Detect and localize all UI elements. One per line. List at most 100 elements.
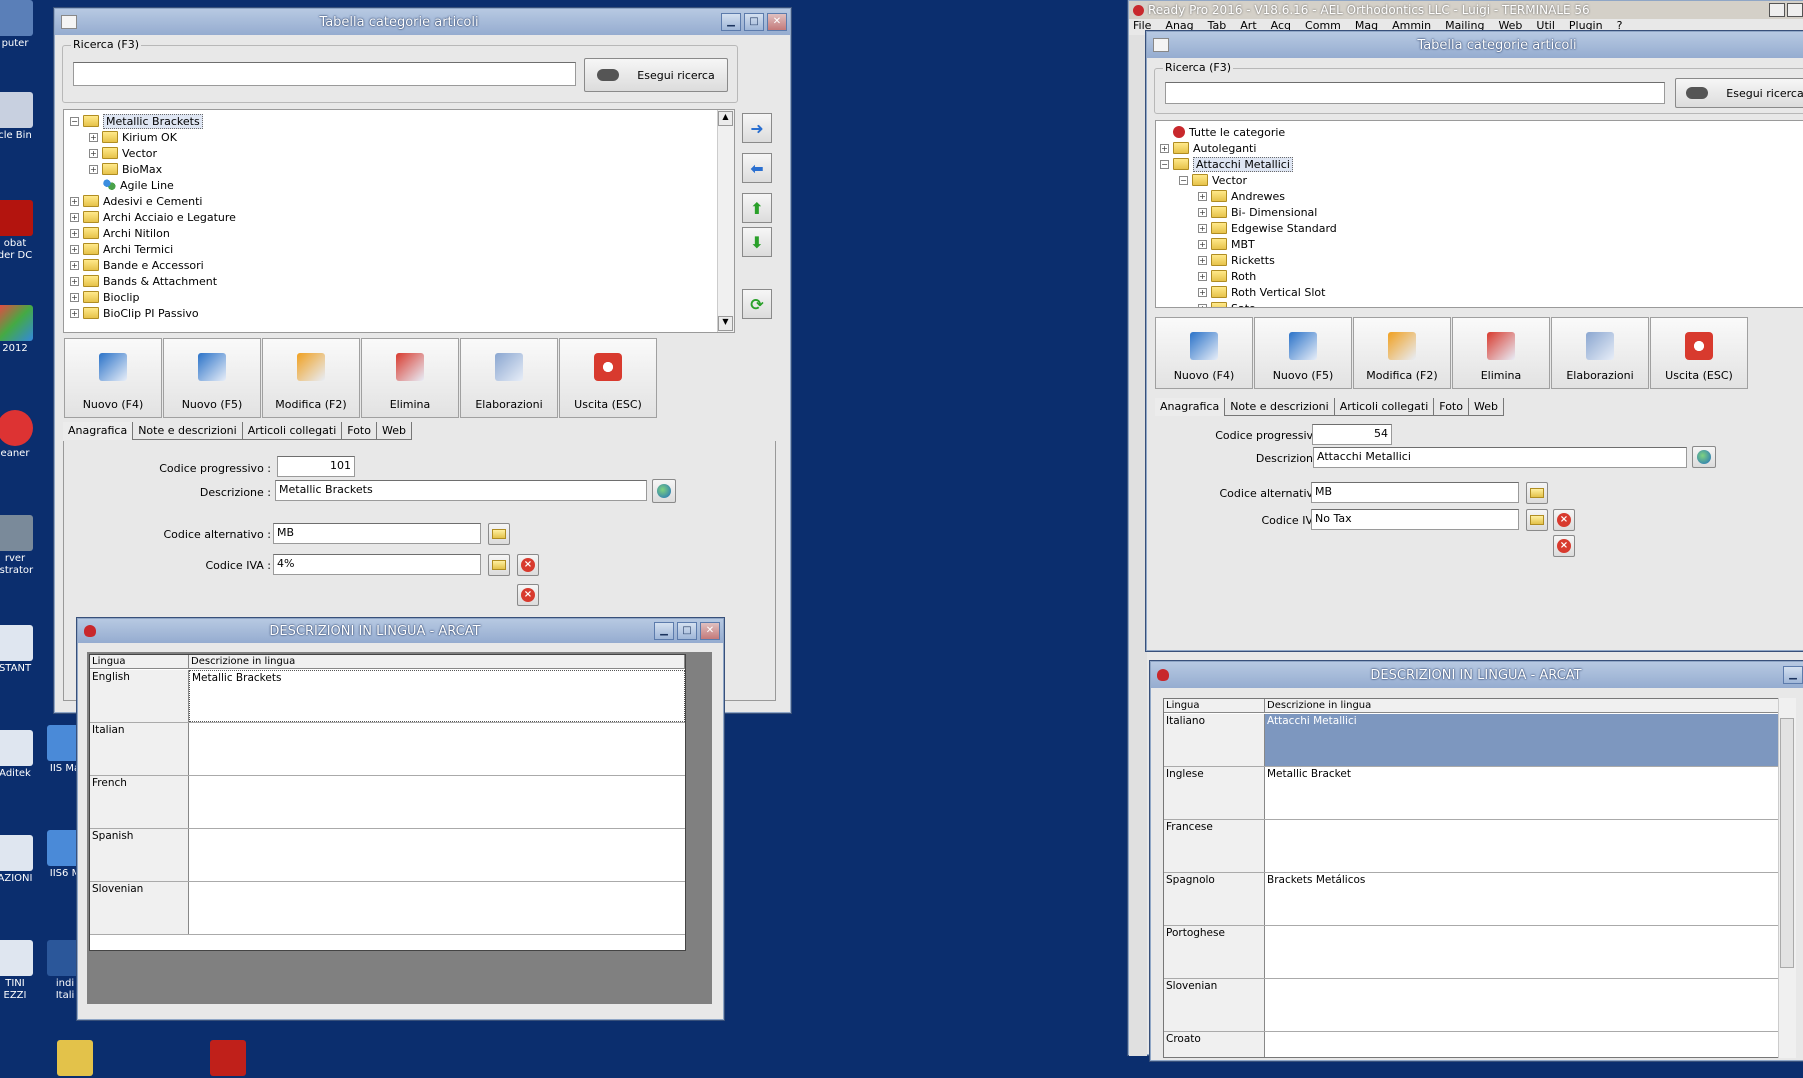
codice-alternativo-browse-button[interactable] [1526, 482, 1548, 504]
maximize-button[interactable]: □ [677, 622, 697, 640]
tree-scrollbar[interactable] [717, 110, 734, 332]
desktop-icon-office-2012[interactable]: 2012 [0, 305, 50, 355]
new-f4-button[interactable]: Nuovo (F4) [64, 338, 162, 418]
tree-node[interactable]: + Adesivi e Cementi [70, 193, 202, 209]
app-minimize-button[interactable] [1769, 3, 1785, 17]
expand-toggle[interactable]: + [70, 196, 79, 206]
expand-toggle[interactable]: + [1198, 255, 1207, 265]
expand-toggle[interactable]: + [70, 228, 79, 238]
descrizione-cell[interactable] [1265, 820, 1779, 872]
tab-articoli-collegati[interactable]: Articoli collegati [242, 422, 343, 440]
descrizione-field[interactable]: Attacchi Metallici [1313, 447, 1687, 468]
descrizione-cell[interactable] [1265, 979, 1779, 1031]
descrizione-cell[interactable] [189, 829, 685, 881]
table-row[interactable]: Francese [1164, 820, 1779, 873]
expand-toggle[interactable]: − [1160, 159, 1169, 169]
tree-node[interactable]: + Bande e Accessori [70, 257, 204, 273]
descrizione-cell[interactable] [189, 723, 685, 775]
desktop-icon-computer[interactable]: puter [0, 0, 50, 50]
search-button[interactable]: Esegui ricerca [1675, 78, 1803, 108]
tree-node[interactable]: − Vector [1179, 172, 1247, 188]
close-button[interactable]: ✕ [700, 622, 720, 640]
tree-node[interactable]: + MBT [1198, 236, 1255, 252]
tree-node[interactable]: Agile Line [89, 177, 174, 193]
codice-progressivo-field[interactable]: 54 [1312, 424, 1392, 445]
table-row[interactable]: Spanish [90, 829, 685, 882]
processing-button[interactable]: Elaborazioni [1551, 317, 1649, 389]
language-grid[interactable]: Lingua Descrizione in lingua Italiano Attac… [1163, 698, 1780, 1058]
move-left-button[interactable]: ⬅ [742, 153, 772, 183]
codice-iva-clear-button[interactable]: × [517, 554, 539, 576]
codice-alternativo-field[interactable]: MB [273, 523, 481, 544]
table-row[interactable]: Slovenian [90, 882, 685, 935]
expand-toggle[interactable]: + [70, 292, 79, 302]
clear-button[interactable]: × [517, 584, 539, 606]
expand-toggle[interactable]: + [1198, 303, 1207, 307]
table-row[interactable]: Inglese Metallic Bracket [1164, 767, 1779, 820]
edit-button[interactable]: Modifica (F2) [262, 338, 360, 418]
codice-iva-browse-button[interactable] [488, 554, 510, 576]
expand-toggle[interactable]: − [70, 116, 79, 126]
table-row[interactable]: Croato [1164, 1032, 1779, 1057]
table-row[interactable]: Spagnolo Brackets Metálicos [1164, 873, 1779, 926]
tree-node[interactable]: − Attacchi Metallici [1160, 156, 1293, 172]
codice-iva-field[interactable]: 4% [273, 554, 481, 575]
title-bar[interactable]: Tabella categorie articoli ▁ □ ✕ [55, 9, 790, 35]
search-input[interactable] [73, 62, 576, 86]
refresh-tree-button[interactable]: ⟳ [742, 289, 772, 319]
expand-toggle[interactable]: + [70, 308, 79, 318]
move-up-button[interactable]: ⬆ [742, 193, 772, 223]
expand-toggle[interactable]: − [1179, 175, 1188, 185]
new-f5-button[interactable]: Nuovo (F5) [1254, 317, 1352, 389]
expand-toggle[interactable]: + [1198, 271, 1207, 281]
tree-node[interactable]: + BioClip PI Passivo [70, 305, 199, 321]
codice-alternativo-browse-button[interactable] [488, 523, 510, 545]
tree-node[interactable]: Tutte le categorie [1160, 124, 1285, 140]
maximize-button[interactable]: □ [744, 13, 764, 31]
table-row[interactable]: Italiano Attacchi Metallici [1164, 714, 1779, 767]
tree-node[interactable]: + Vector [89, 145, 157, 161]
table-row[interactable]: Portoghese [1164, 926, 1779, 979]
delete-button[interactable]: Elimina [361, 338, 459, 418]
scrollbar-thumb[interactable] [1780, 718, 1794, 968]
search-input[interactable] [1165, 82, 1665, 104]
descrizione-cell[interactable]: Metallic Bracket [1265, 767, 1779, 819]
expand-toggle[interactable]: + [89, 164, 98, 174]
scroll-down-arrow[interactable]: ▼ [718, 316, 733, 331]
category-tree[interactable]: Tutte le categorie + Autoleganti − Attacchi … [1155, 120, 1803, 308]
processing-button[interactable]: Elaborazioni [460, 338, 558, 418]
title-bar[interactable]: DESCRIZIONI IN LINGUA - ARCAT ▁ □ ✕ [78, 619, 723, 643]
desktop-icon-acrobat[interactable]: obat der DC [0, 200, 50, 262]
table-row[interactable]: French [90, 776, 685, 829]
tree-node[interactable]: + Bioclip [70, 289, 139, 305]
minimize-button[interactable]: ▁ [654, 622, 674, 640]
desktop-icon-recycle-bin[interactable]: cle Bin [0, 92, 50, 142]
move-right-button[interactable]: ➜ [742, 113, 772, 143]
expand-toggle[interactable]: + [1198, 239, 1207, 249]
title-bar[interactable]: Tabella categorie articoli [1147, 32, 1803, 58]
tree-node[interactable]: + Ricketts [1198, 252, 1275, 268]
tree-node[interactable]: + Archi Termici [70, 241, 173, 257]
language-grid[interactable]: Lingua Descrizione in lingua English Metall… [89, 654, 686, 951]
expand-toggle[interactable]: + [70, 212, 79, 222]
app-maximize-button[interactable] [1787, 3, 1803, 17]
tab-note-e-descrizioni[interactable]: Note e descrizioni [1225, 398, 1335, 416]
expand-toggle[interactable]: + [70, 276, 79, 286]
expand-toggle[interactable]: + [1198, 207, 1207, 217]
expand-toggle[interactable]: + [70, 244, 79, 254]
tree-node[interactable]: + Bi- Dimensional [1198, 204, 1317, 220]
translations-button[interactable] [1692, 446, 1716, 468]
exit-button[interactable]: Uscita (ESC) [559, 338, 657, 418]
title-bar[interactable]: DESCRIZIONI IN LINGUA - ARCAT ▁ □ [1151, 662, 1803, 688]
tab-anagrafica[interactable]: Anagrafica [63, 422, 134, 440]
new-f4-button[interactable]: Nuovo (F4) [1155, 317, 1253, 389]
descrizione-cell[interactable] [189, 776, 685, 828]
descrizione-cell[interactable] [1265, 926, 1779, 978]
descrizione-cell[interactable] [189, 882, 685, 934]
tree-node[interactable]: + Roth Vertical Slot [1198, 284, 1325, 300]
tab-articoli-collegati[interactable]: Articoli collegati [1334, 398, 1435, 416]
edit-button[interactable]: Modifica (F2) [1353, 317, 1451, 389]
codice-progressivo-field[interactable]: 101 [277, 456, 355, 477]
codice-alternativo-field[interactable]: MB [1311, 482, 1519, 503]
minimize-button[interactable]: ▁ [1783, 666, 1803, 684]
